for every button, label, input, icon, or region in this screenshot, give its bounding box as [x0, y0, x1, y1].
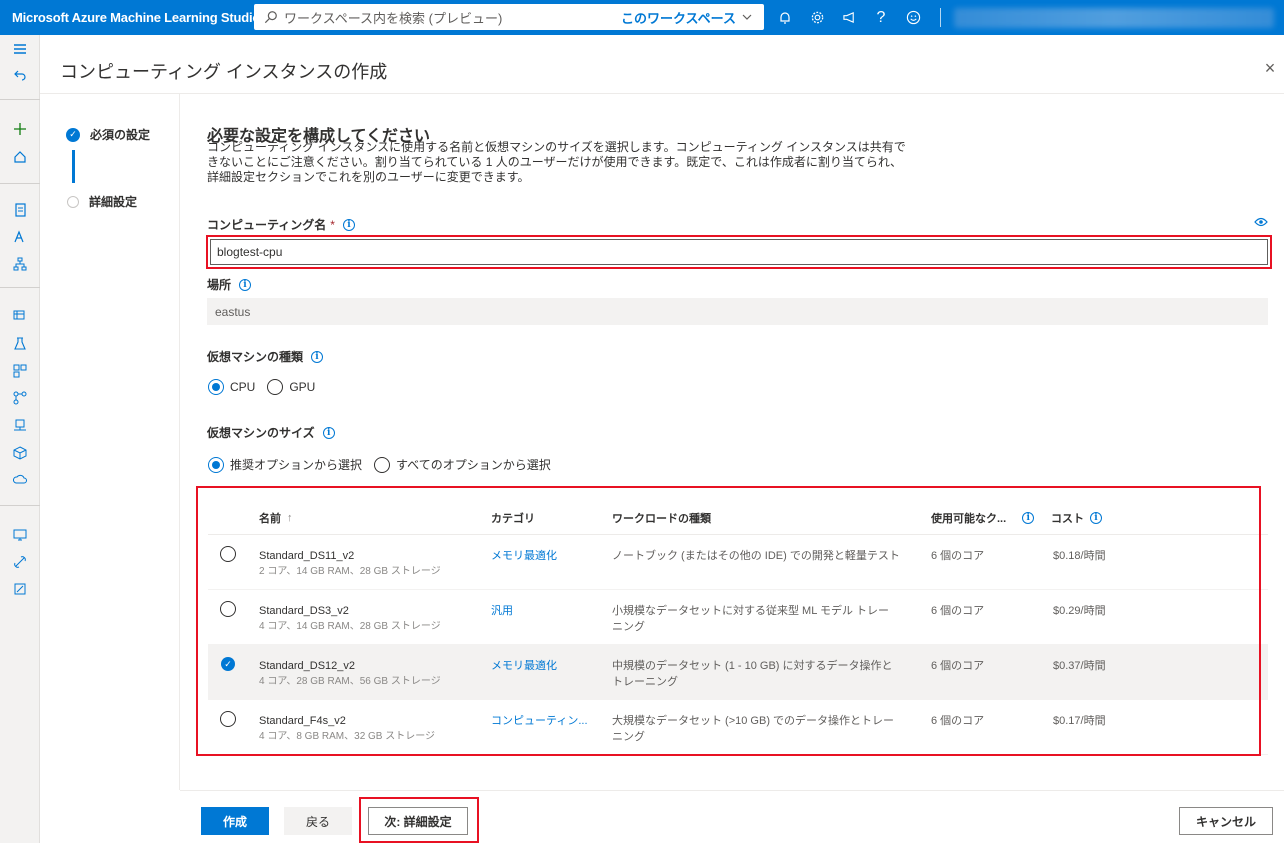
feedback-megaphone-icon[interactable] — [840, 9, 858, 27]
chevron-down-icon — [742, 14, 752, 20]
step-progress-bar — [72, 150, 75, 183]
notebook-icon[interactable] — [12, 202, 28, 218]
vm-size-radio-group: 推奨オプションから選択 すべてのオプションから選択 — [208, 456, 563, 473]
rail-divider — [0, 505, 40, 506]
stepper-divider — [179, 94, 180, 790]
radio-label: すべてのオプションから選択 — [396, 458, 551, 472]
step-complete-check-icon: ✓ — [66, 127, 80, 142]
vm-type-cpu-radio[interactable]: CPU — [208, 379, 255, 395]
location-label: 場所 i — [207, 276, 252, 293]
info-icon[interactable]: i — [322, 426, 335, 439]
cancel-button[interactable]: キャンセル — [1179, 807, 1273, 835]
vm-size-all-radio[interactable]: すべてのオプションから選択 — [374, 456, 551, 473]
close-icon[interactable]: × — [1262, 59, 1278, 77]
radio-unselected[interactable] — [267, 379, 284, 395]
home-icon[interactable] — [12, 149, 28, 165]
vm-type-label-text: 仮想マシンの種類 — [207, 350, 304, 364]
step-pending-circle-icon — [67, 195, 79, 208]
location-field: eastus — [207, 298, 1268, 325]
form-description: コンピューティング インスタンスに使用する名前と仮想マシンのサイズを選択します。… — [207, 140, 906, 184]
step-advanced-settings[interactable]: 詳細設定 — [67, 193, 137, 210]
search-placeholder: ワークスペース内を検索 (プレビュー) — [284, 10, 503, 26]
vm-size-recommended-radio[interactable]: 推奨オプションから選択 — [208, 456, 362, 473]
datasets-icon[interactable] — [12, 308, 28, 324]
smiley-icon[interactable] — [904, 9, 922, 27]
hamburger-menu-icon[interactable] — [12, 41, 28, 57]
step-required-settings[interactable]: ✓ 必須の設定 — [66, 126, 150, 143]
footer-divider — [180, 790, 1284, 791]
plus-icon[interactable] — [12, 121, 28, 137]
vm-size-label-text: 仮想マシンのサイズ — [207, 426, 315, 440]
vm-size-label: 仮想マシンのサイズ i — [207, 424, 335, 441]
data-labeling-icon[interactable] — [12, 581, 28, 597]
rail-divider — [0, 287, 40, 288]
back-arrow-icon[interactable] — [12, 67, 28, 83]
environments-icon[interactable] — [12, 390, 28, 406]
rail-divider — [0, 183, 40, 184]
left-nav-rail — [0, 35, 40, 843]
required-asterisk: * — [330, 217, 335, 232]
pipelines-icon[interactable] — [12, 363, 28, 379]
monitor-icon[interactable] — [12, 527, 28, 543]
bell-icon[interactable] — [776, 9, 794, 27]
topbar-divider — [940, 8, 941, 27]
highlight-vm-table — [196, 486, 1261, 756]
designer-icon[interactable] — [12, 256, 28, 272]
radio-selected[interactable] — [208, 379, 224, 395]
info-icon[interactable]: i — [342, 218, 355, 231]
location-label-text: 場所 — [207, 278, 232, 292]
radio-label: GPU — [289, 380, 316, 394]
search-scope-dropdown[interactable]: このワークスペース — [621, 8, 752, 27]
vm-type-label: 仮想マシンの種類 i — [207, 348, 324, 365]
vm-type-radio-group: CPU GPU — [208, 379, 327, 395]
top-icons: ? — [776, 0, 922, 35]
endpoints-cloud-icon[interactable] — [12, 472, 28, 488]
compute-icon[interactable] — [12, 417, 28, 433]
step-label: 詳細設定 — [89, 195, 138, 209]
radio-unselected[interactable] — [374, 456, 391, 473]
radio-label: CPU — [230, 380, 256, 394]
search-scope-label: このワークスペース — [620, 10, 736, 26]
search-box[interactable]: ワークスペース内を検索 (プレビュー) このワークスペース — [254, 4, 764, 30]
app-title[interactable]: Microsoft Azure Machine Learning Studio — [0, 10, 260, 25]
radio-selected[interactable] — [208, 456, 224, 473]
vm-type-gpu-radio[interactable]: GPU — [267, 379, 315, 395]
back-button[interactable]: 戻る — [284, 807, 352, 835]
panel-title: コンピューティング インスタンスの作成 — [60, 62, 388, 82]
info-icon[interactable]: i — [311, 350, 324, 363]
help-icon[interactable]: ? — [872, 9, 890, 27]
linked-services-icon[interactable] — [12, 554, 28, 570]
eye-icon[interactable] — [1254, 216, 1268, 228]
gear-icon[interactable] — [808, 9, 826, 27]
experiments-flask-icon[interactable] — [12, 336, 28, 352]
create-button[interactable]: 作成 — [201, 807, 269, 835]
automl-icon[interactable] — [12, 229, 28, 245]
header-divider — [40, 93, 1284, 94]
step-label: 必須の設定 — [90, 128, 151, 142]
next-advanced-settings-button[interactable]: 次: 詳細設定 — [368, 807, 468, 835]
highlight-name-field — [206, 235, 1272, 269]
compute-name-label-text: コンピューティング名 — [207, 218, 327, 232]
radio-label: 推奨オプションから選択 — [230, 458, 363, 472]
search-icon — [264, 11, 277, 24]
models-cube-icon[interactable] — [12, 445, 28, 461]
compute-name-label: コンピューティング名 * i — [207, 216, 355, 233]
info-icon[interactable]: i — [239, 278, 252, 291]
rail-divider — [0, 99, 40, 100]
account-info-blurred[interactable] — [954, 8, 1274, 28]
